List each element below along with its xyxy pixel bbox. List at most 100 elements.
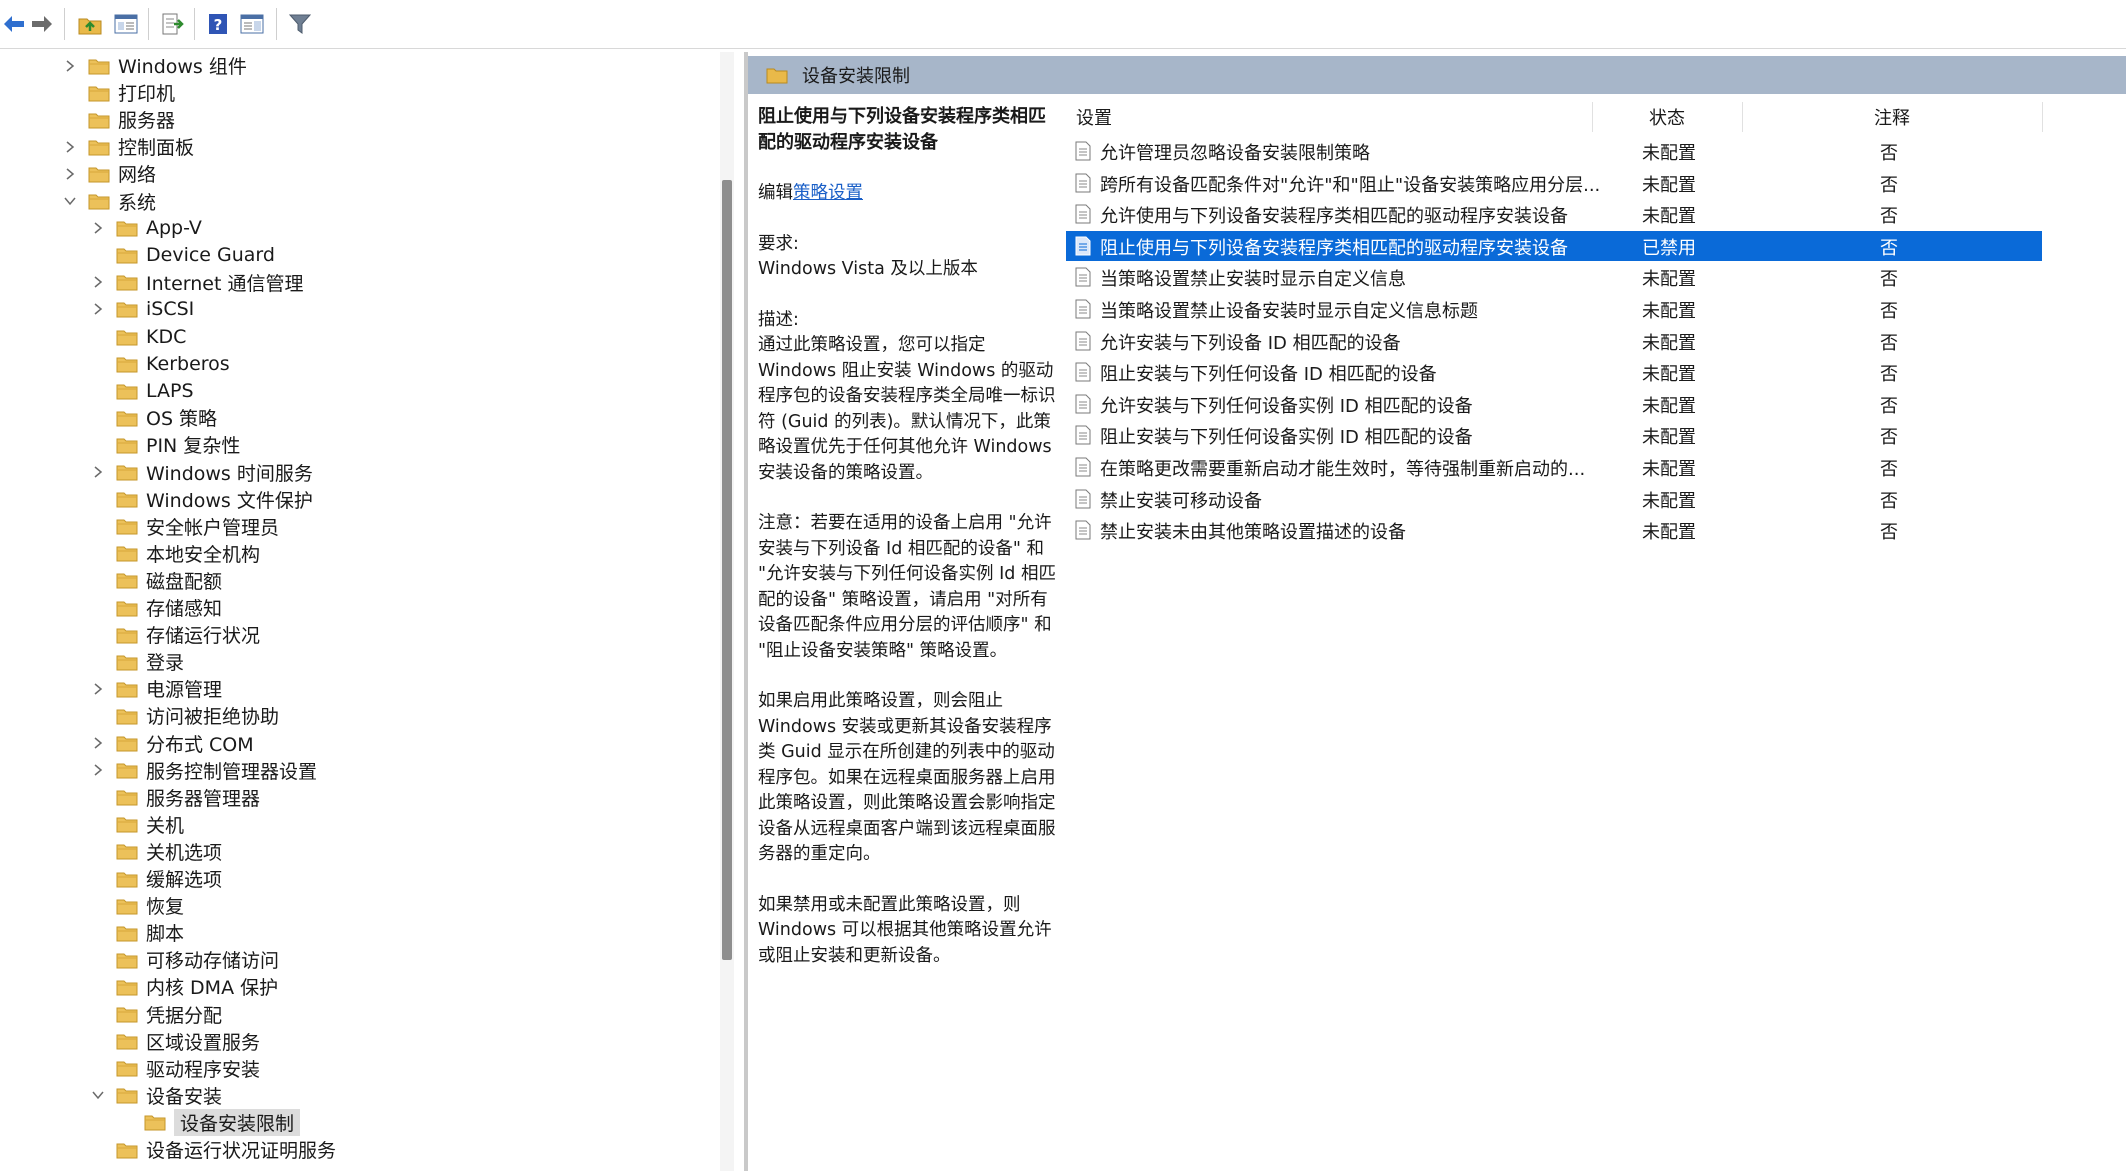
column-header-state[interactable]: 状态 <box>1649 98 1685 136</box>
requirement-value: Windows Vista 及以上版本 <box>758 259 978 279</box>
chevron-right-icon[interactable] <box>90 762 106 778</box>
chevron-right-icon[interactable] <box>90 301 106 317</box>
table-row[interactable]: 允许安装与下列设备 ID 相匹配的设备 未配置 否 <box>1066 326 2042 356</box>
edit-policy-link[interactable]: 策略设置 <box>793 183 863 203</box>
table-row[interactable]: 阻止安装与下列任何设备实例 ID 相匹配的设备 未配置 否 <box>1066 420 2042 450</box>
column-header-setting[interactable]: 设置 <box>1076 98 1112 136</box>
setting-note: 否 <box>1880 332 1898 354</box>
table-row[interactable]: 在策略更改需要重新启动才能生效时，等待强制重新启动的... 未配置 否 <box>1066 452 2042 482</box>
chevron-right-icon[interactable] <box>90 735 106 751</box>
chevron-right-icon[interactable] <box>90 274 106 290</box>
table-row[interactable]: 当策略设置禁止安装时显示自定义信息 未配置 否 <box>1066 262 2042 292</box>
tree-item[interactable]: 存储感知 <box>90 594 222 621</box>
tree-item[interactable]: iSCSI <box>90 296 194 323</box>
tree-item[interactable]: 电源管理 <box>90 675 222 702</box>
tree-item[interactable]: 打印机 <box>62 79 175 106</box>
policy-setting-icon <box>1074 236 1092 260</box>
tree-item[interactable]: 网络 <box>62 160 156 187</box>
chevron-down-icon[interactable] <box>62 193 78 209</box>
tree-item[interactable]: 控制面板 <box>62 133 194 160</box>
tree-item[interactable]: 凭据分配 <box>90 1001 222 1028</box>
forward-arrow-icon[interactable] <box>28 10 56 38</box>
chevron-right-icon[interactable] <box>90 681 106 697</box>
note-text: 注意：若要在适用的设备上启用 "允许安装与下列设备 Id 相匹配的设备" 和 "… <box>758 513 1056 661</box>
tree-item[interactable]: 服务控制管理器设置 <box>90 757 317 784</box>
tree-item[interactable]: 服务器 <box>62 106 175 133</box>
tree-item-label: App-V <box>146 217 202 240</box>
tree-item[interactable]: App-V <box>90 215 202 242</box>
setting-name: 阻止使用与下列设备安装程序类相匹配的驱动程序安装设备 <box>1100 237 1568 259</box>
tree-scrollbar-thumb[interactable] <box>722 180 732 960</box>
tree-item[interactable]: 系统 <box>62 188 156 215</box>
up-folder-icon[interactable] <box>76 10 104 38</box>
help-icon[interactable]: ? <box>204 10 232 38</box>
tree-item[interactable]: 内核 DMA 保护 <box>90 973 278 1000</box>
chevron-down-icon[interactable] <box>90 1087 106 1103</box>
table-row[interactable]: 阻止安装与下列任何设备 ID 相匹配的设备 未配置 否 <box>1066 357 2042 387</box>
tree-item[interactable]: LAPS <box>90 377 194 404</box>
tree-item[interactable]: 本地安全机构 <box>90 540 260 567</box>
tree-item[interactable]: Windows 组件 <box>62 52 247 79</box>
tree-item[interactable]: 设备运行状况证明服务 <box>90 1136 336 1163</box>
tree-item[interactable]: 缓解选项 <box>90 865 222 892</box>
tree-item[interactable]: 存储运行状况 <box>90 621 260 648</box>
tree-item[interactable]: Device Guard <box>90 242 275 269</box>
setting-name: 阻止安装与下列任何设备 ID 相匹配的设备 <box>1100 364 1437 386</box>
tree-item-label: Kerberos <box>146 352 230 375</box>
column-header-note[interactable]: 注释 <box>1874 98 1910 136</box>
filter-icon[interactable] <box>286 10 314 38</box>
tree-item[interactable]: 脚本 <box>90 919 184 946</box>
tree-item-label: 登录 <box>146 652 185 675</box>
tree-item[interactable]: 安全帐户管理员 <box>90 513 279 540</box>
folder-icon <box>88 57 110 75</box>
tree-item[interactable]: KDC <box>90 323 186 350</box>
tree-item[interactable]: Windows 时间服务 <box>90 459 313 486</box>
policy-setting-icon <box>1074 489 1092 513</box>
tree-item[interactable]: PIN 复杂性 <box>90 431 240 458</box>
folder-icon <box>116 978 138 996</box>
table-row[interactable]: 允许安装与下列任何设备实例 ID 相匹配的设备 未配置 否 <box>1066 389 2042 419</box>
tree-item[interactable]: 驱动程序安装 <box>90 1055 260 1082</box>
tree-scrollbar[interactable] <box>720 52 734 1171</box>
properties-pane-icon[interactable] <box>238 10 266 38</box>
tree-item[interactable]: 服务器管理器 <box>90 784 260 811</box>
table-row[interactable]: 阻止使用与下列设备安装程序类相匹配的驱动程序安装设备 已禁用 否 <box>1066 230 2042 261</box>
tree-item[interactable]: 访问被拒绝协助 <box>90 702 279 729</box>
tree-item[interactable]: Windows 文件保护 <box>90 486 313 513</box>
tree-item[interactable]: 设备安装限制 <box>118 1108 301 1136</box>
tree-item-label: KDC <box>146 325 187 348</box>
table-row[interactable]: 跨所有设备匹配条件对"允许"和"阻止"设备安装策略应用分层... 未配置 否 <box>1066 168 2042 198</box>
tree-item[interactable]: 设备安装 <box>90 1082 222 1109</box>
pane-divider[interactable] <box>744 52 748 1171</box>
table-row[interactable]: 禁止安装未由其他策略设置描述的设备 未配置 否 <box>1066 515 2042 545</box>
chevron-right-icon[interactable] <box>62 139 78 155</box>
tree-item-label: 服务器管理器 <box>146 787 261 810</box>
tree-item[interactable]: OS 策略 <box>90 404 217 431</box>
folder-icon <box>116 951 138 969</box>
table-row[interactable]: 允许使用与下列设备安装程序类相匹配的驱动程序安装设备 未配置 否 <box>1066 199 2042 229</box>
tree-item[interactable]: 登录 <box>90 648 184 675</box>
back-arrow-icon[interactable] <box>0 10 28 38</box>
tree-item[interactable]: Internet 通信管理 <box>90 269 303 296</box>
tree-item[interactable]: 可移动存储访问 <box>90 946 279 973</box>
chevron-right-icon[interactable] <box>62 166 78 182</box>
policy-setting-icon <box>1074 362 1092 386</box>
tree-item[interactable]: 关机选项 <box>90 838 222 865</box>
table-row[interactable]: 禁止安装可移动设备 未配置 否 <box>1066 484 2042 514</box>
chevron-right-icon[interactable] <box>90 464 106 480</box>
show-hide-tree-icon[interactable] <box>112 10 140 38</box>
tree-item[interactable]: 磁盘配额 <box>90 567 222 594</box>
tree-item[interactable]: 分布式 COM <box>90 730 254 757</box>
tree-item[interactable]: 关机 <box>90 811 184 838</box>
tree-item[interactable]: 恢复 <box>90 892 184 919</box>
table-row[interactable]: 允许管理员忽略设备安装限制策略 未配置 否 <box>1066 136 2042 166</box>
tree-item[interactable]: 区域设置服务 <box>90 1028 260 1055</box>
table-row[interactable]: 当策略设置禁止设备安装时显示自定义信息标题 未配置 否 <box>1066 294 2042 324</box>
export-list-icon[interactable] <box>158 10 186 38</box>
setting-state: 未配置 <box>1642 364 1696 386</box>
tree-item[interactable]: Kerberos <box>90 350 230 377</box>
chevron-right-icon[interactable] <box>62 58 78 74</box>
chevron-right-icon[interactable] <box>90 220 106 236</box>
